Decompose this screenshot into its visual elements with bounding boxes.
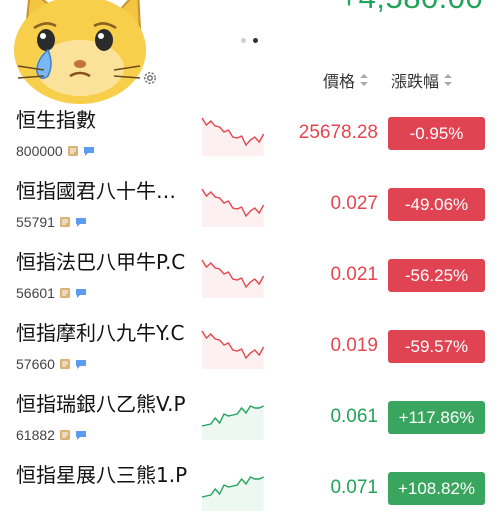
stock-code: 61882 [16,427,55,443]
stock-code: 800000 [16,143,63,159]
stock-price: 0.061 [330,406,378,427]
list-item[interactable]: 恒指星展八三熊1.P 0.071 +108.82% [0,459,500,530]
list-item[interactable]: 恒生指數 800000 25678.28 -0.95% [0,104,500,175]
document-icon [59,430,70,440]
change-badge[interactable]: -0.95% [388,117,485,150]
page-dot-active[interactable] [253,38,258,43]
sort-icon [444,74,453,86]
document-icon [67,146,78,156]
list-item[interactable]: 恒指法巴八甲牛P.C 56601 0.021 -56.25% [0,246,500,317]
sparkline-chart [201,405,264,440]
stock-code: 57660 [16,356,55,372]
stock-name: 恒指摩利八九牛Y.C [16,321,185,345]
stock-code: 55791 [16,214,55,230]
gear-icon[interactable] [141,69,159,87]
price-header-label: 價格 [323,74,356,91]
stock-price: 25678.28 [298,122,378,143]
chat-icon [75,289,86,298]
document-icon [59,217,70,227]
sparkline-chart [201,259,265,298]
change-badge[interactable]: -56.25% [388,259,485,292]
sort-icon [360,74,369,86]
stock-code: 56601 [16,285,55,301]
document-icon [59,359,70,369]
list-item[interactable]: 恒指瑞銀八乙熊V.P 61882 0.061 +117.86% [0,388,500,459]
change-column-header[interactable]: 漲跌幅 [391,68,453,92]
stock-code-line: 57660 [16,355,87,373]
total-change-amount: +4,580.00 [340,0,483,18]
sparkline-chart [201,330,265,369]
stock-price: 0.071 [330,477,378,498]
chat-icon [75,360,86,369]
stock-code-line: 55791 [16,213,87,231]
change-header-label: 漲跌幅 [391,74,440,91]
chat-icon [75,431,86,440]
change-badge[interactable]: -49.06% [388,188,485,221]
page-dot[interactable] [241,38,246,43]
stock-code-line: 56601 [16,284,87,302]
list-item[interactable]: 恒指摩利八九牛Y.C 57660 0.019 -59.57% [0,317,500,388]
sparkline-chart [201,117,265,156]
watchlist: 恒生指數 800000 25678.28 -0.95% 恒指國君八十牛… 557… [0,104,500,530]
list-item[interactable]: 恒指國君八十牛… 55791 0.027 -49.06% [0,175,500,246]
stock-name: 恒指法巴八甲牛P.C [16,250,186,274]
chat-icon [83,147,94,156]
list-header: 價格 漲跌幅 [0,66,500,92]
stock-name: 恒指星展八三熊1.P [16,463,188,487]
sparkline-chart [201,476,264,511]
stock-price: 0.027 [330,193,378,214]
stock-name: 恒生指數 [16,108,96,132]
stock-name: 恒指瑞銀八乙熊V.P [16,392,186,416]
price-column-header[interactable]: 價格 [323,68,369,92]
document-icon [59,288,70,298]
stock-name: 恒指國君八十牛… [16,179,176,203]
change-badge[interactable]: +117.86% [388,401,485,434]
stock-code-line: 800000 [16,142,95,160]
page-indicator[interactable] [241,38,258,43]
sparkline-chart [201,188,265,227]
change-badge[interactable]: -59.57% [388,330,485,363]
stock-code-line: 61882 [16,426,87,444]
stock-price: 0.021 [330,264,378,285]
chat-icon [75,218,86,227]
stock-price: 0.019 [330,335,378,356]
change-badge[interactable]: +108.82% [388,472,485,505]
